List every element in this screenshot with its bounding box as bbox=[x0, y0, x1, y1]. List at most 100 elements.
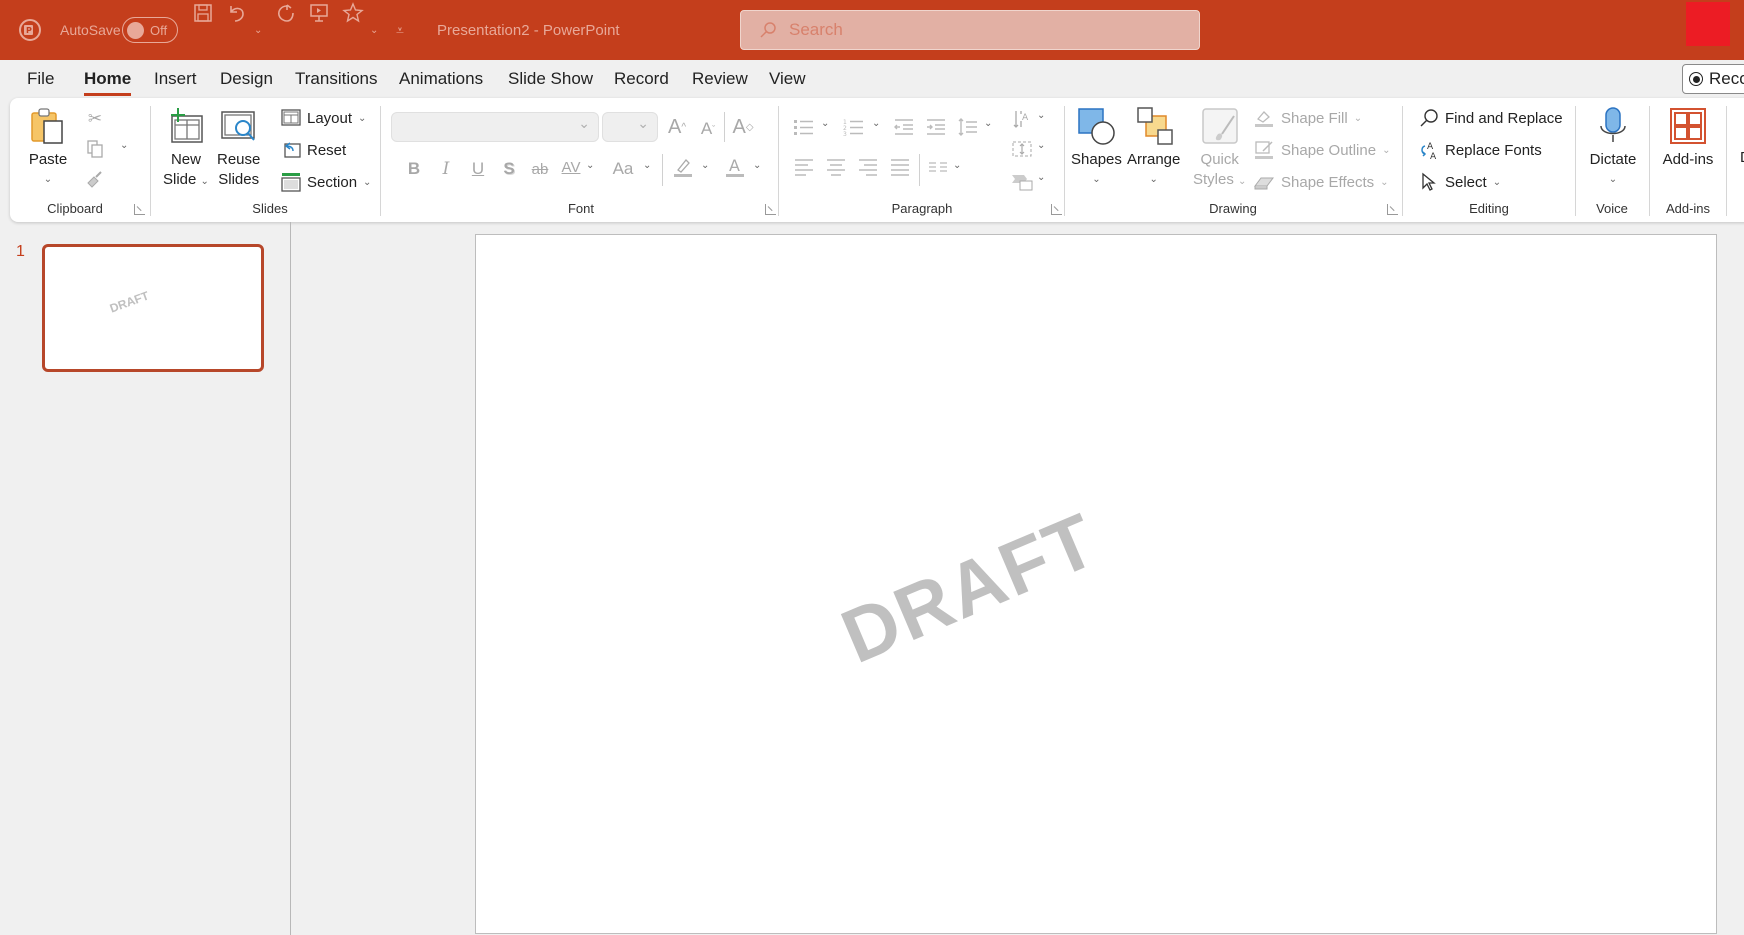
replace-fonts-button[interactable]: AA Replace Fonts bbox=[1419, 138, 1542, 162]
change-case-dropdown-icon[interactable]: ⌄ bbox=[643, 160, 651, 171]
quick-styles-button[interactable]: Quick Styles ⌄ bbox=[1193, 106, 1246, 192]
bold-button[interactable]: B bbox=[401, 156, 427, 182]
find-and-replace-button[interactable]: Find and Replace bbox=[1419, 106, 1563, 130]
present-from-start-icon[interactable] bbox=[306, 0, 332, 26]
slide-thumbnail[interactable]: DRAFT bbox=[42, 244, 264, 372]
search-box[interactable]: Search bbox=[740, 10, 1200, 50]
cut-icon[interactable]: ✂ bbox=[82, 106, 108, 132]
align-left-icon[interactable] bbox=[791, 154, 817, 180]
shape-outline-icon bbox=[1255, 141, 1273, 159]
copy-icon[interactable] bbox=[82, 136, 108, 162]
addins-button[interactable]: Add-ins bbox=[1658, 106, 1718, 170]
designer-button-partial[interactable]: De bbox=[1740, 148, 1744, 168]
tab-transitions[interactable]: Transitions bbox=[295, 60, 378, 98]
font-color-icon[interactable]: A bbox=[722, 154, 748, 180]
shapes-button[interactable]: Shapes ⌄ bbox=[1071, 106, 1122, 190]
editing-label: Editing bbox=[1469, 201, 1509, 216]
align-right-icon[interactable] bbox=[855, 154, 881, 180]
numbering-icon[interactable]: 123 bbox=[841, 114, 867, 140]
line-spacing-icon[interactable] bbox=[955, 114, 981, 140]
shape-effects-button[interactable]: Shape Effects ⌄ bbox=[1253, 170, 1389, 194]
bullets-icon[interactable] bbox=[791, 114, 817, 140]
select-button[interactable]: Select ⌄ bbox=[1419, 170, 1501, 194]
text-direction-dropdown-icon[interactable]: ⌄ bbox=[1037, 110, 1045, 121]
document-title: Presentation2 - PowerPoint bbox=[437, 21, 620, 39]
shadow-button[interactable]: S bbox=[496, 156, 522, 182]
increase-font-size-icon[interactable]: A ^ bbox=[664, 114, 690, 140]
customize-star-icon[interactable] bbox=[340, 0, 366, 26]
smartart-dropdown-icon[interactable]: ⌄ bbox=[1037, 172, 1045, 183]
paste-button[interactable]: Paste ⌄ bbox=[28, 106, 68, 190]
new-slide-button[interactable]: New Slide ⌄ bbox=[163, 106, 209, 192]
draft-watermark[interactable]: DRAFT bbox=[830, 496, 1110, 681]
decrease-font-size-icon[interactable]: Aˇ bbox=[695, 116, 721, 142]
align-center-icon[interactable] bbox=[823, 154, 849, 180]
paste-dropdown-icon[interactable]: ⌄ bbox=[44, 170, 52, 190]
font-launcher-icon[interactable] bbox=[765, 204, 776, 215]
redo-icon[interactable] bbox=[272, 0, 298, 26]
quick-access-menu-icon[interactable]: ⩡ bbox=[396, 0, 404, 60]
section-button[interactable]: Section ⌄ bbox=[281, 170, 371, 194]
underline-button[interactable]: U bbox=[465, 156, 491, 182]
tab-home[interactable]: Home bbox=[84, 60, 132, 98]
strikethrough-button[interactable]: ab bbox=[527, 156, 553, 182]
character-spacing-dropdown-icon[interactable]: ⌄ bbox=[586, 160, 594, 171]
align-text-dropdown-icon[interactable]: ⌄ bbox=[1037, 140, 1045, 151]
autosave-toggle[interactable]: Off bbox=[122, 17, 178, 43]
columns-icon[interactable] bbox=[925, 154, 951, 180]
increase-indent-icon[interactable] bbox=[923, 114, 949, 140]
drawing-label: Drawing bbox=[1209, 201, 1257, 216]
font-color-dropdown-icon[interactable]: ⌄ bbox=[753, 160, 761, 171]
tab-view[interactable]: View bbox=[769, 60, 806, 98]
arrange-button[interactable]: Arrange ⌄ bbox=[1127, 106, 1180, 190]
undo-icon[interactable] bbox=[224, 0, 250, 26]
new-slide-label-1: New bbox=[170, 151, 201, 168]
copy-dropdown-icon[interactable]: ⌄ bbox=[120, 140, 128, 151]
align-text-icon[interactable] bbox=[1009, 136, 1035, 162]
tab-record[interactable]: Record bbox=[614, 60, 669, 98]
shape-outline-button[interactable]: Shape Outline ⌄ bbox=[1253, 138, 1390, 162]
shape-fill-button[interactable]: Shape Fill ⌄ bbox=[1253, 106, 1362, 130]
tab-file[interactable]: File bbox=[27, 60, 54, 98]
line-spacing-dropdown-icon[interactable]: ⌄ bbox=[984, 118, 992, 129]
bullets-dropdown-icon[interactable]: ⌄ bbox=[821, 118, 829, 129]
svg-text:P: P bbox=[26, 26, 32, 35]
clear-formatting-icon[interactable]: A ◇ bbox=[730, 114, 756, 140]
customize-dropdown-icon[interactable]: ⌄ bbox=[370, 0, 378, 60]
record-button[interactable]: Reco bbox=[1682, 64, 1744, 94]
columns-dropdown-icon[interactable]: ⌄ bbox=[953, 160, 961, 171]
highlight-dropdown-icon[interactable]: ⌄ bbox=[701, 160, 709, 171]
reset-button[interactable]: Reset bbox=[281, 138, 346, 162]
decrease-indent-icon[interactable] bbox=[891, 114, 917, 140]
tab-slide-show[interactable]: Slide Show bbox=[508, 60, 593, 98]
highlight-color-icon[interactable] bbox=[670, 154, 696, 180]
font-name-dropdown[interactable] bbox=[391, 112, 599, 142]
layout-button[interactable]: Layout ⌄ bbox=[281, 106, 366, 130]
reuse-slides-button[interactable]: Reuse Slides bbox=[217, 106, 260, 190]
paragraph-launcher-icon[interactable] bbox=[1051, 204, 1062, 215]
paragraph-label: Paragraph bbox=[891, 201, 953, 216]
tab-design[interactable]: Design bbox=[220, 60, 273, 98]
change-case-button[interactable]: Aa bbox=[605, 156, 641, 182]
account-indicator[interactable] bbox=[1686, 2, 1730, 46]
clipboard-launcher-icon[interactable] bbox=[134, 204, 145, 215]
justify-icon[interactable] bbox=[887, 154, 913, 180]
numbering-dropdown-icon[interactable]: ⌄ bbox=[872, 118, 880, 129]
text-direction-icon[interactable]: A bbox=[1009, 106, 1035, 132]
slide-canvas[interactable]: DRAFT bbox=[475, 234, 1717, 934]
pane-divider[interactable] bbox=[290, 222, 291, 935]
addins-label: Add-ins bbox=[1665, 201, 1711, 216]
smartart-icon[interactable] bbox=[1009, 168, 1035, 194]
italic-button[interactable]: I bbox=[433, 156, 459, 182]
font-size-dropdown[interactable] bbox=[602, 112, 658, 142]
drawing-launcher-icon[interactable] bbox=[1387, 204, 1398, 215]
tab-review[interactable]: Review bbox=[692, 60, 748, 98]
format-painter-icon[interactable] bbox=[82, 166, 108, 192]
thumbnail-watermark: DRAFT bbox=[107, 288, 151, 316]
tab-insert[interactable]: Insert bbox=[154, 60, 197, 98]
save-icon[interactable] bbox=[190, 0, 216, 26]
undo-dropdown-icon[interactable]: ⌄ bbox=[254, 0, 262, 60]
tab-animations[interactable]: Animations bbox=[399, 60, 483, 98]
dictate-button[interactable]: Dictate ⌄ bbox=[1584, 106, 1642, 190]
character-spacing-button[interactable]: AV bbox=[558, 154, 584, 180]
